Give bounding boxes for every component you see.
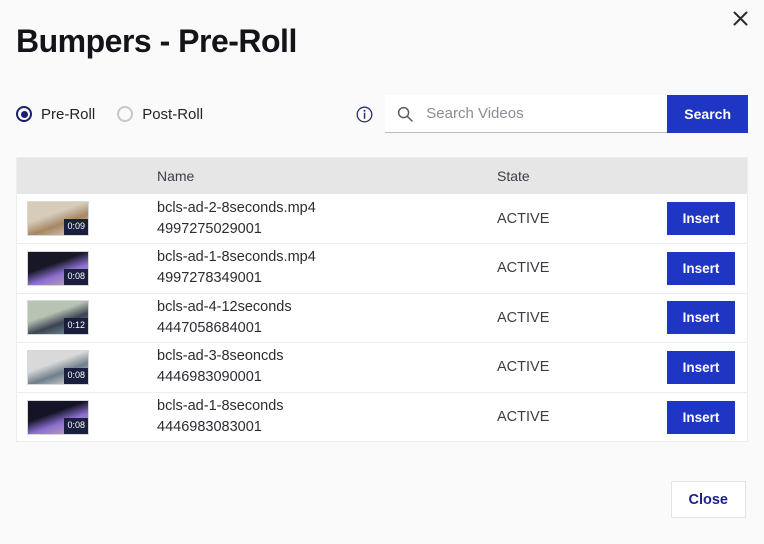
video-state: ACTIVE: [497, 359, 667, 375]
radio-pre-roll-dot: [21, 111, 28, 118]
thumbnail-cell: 0:08: [17, 400, 157, 435]
video-state: ACTIVE: [497, 310, 667, 326]
video-name: bcls-ad-4-12seconds: [157, 297, 497, 318]
insert-button[interactable]: Insert: [667, 401, 735, 434]
action-cell: Insert: [667, 301, 747, 334]
video-state: ACTIVE: [497, 409, 667, 425]
search-input[interactable]: [424, 104, 657, 123]
close-button[interactable]: Close: [671, 481, 747, 518]
video-id: 4446983083001: [157, 417, 497, 438]
insert-button[interactable]: Insert: [667, 202, 735, 235]
radio-pre-roll-circle: [16, 106, 32, 122]
name-cell: bcls-ad-3-8seoncds4446983090001: [157, 346, 497, 388]
video-name: bcls-ad-1-8seconds.mp4: [157, 247, 497, 268]
thumbnail-cell: 0:12: [17, 300, 157, 335]
duration-badge: 0:12: [64, 318, 88, 334]
video-state: ACTIVE: [497, 211, 667, 227]
page-title: Bumpers - Pre-Roll: [0, 0, 764, 60]
video-thumbnail[interactable]: 0:12: [27, 300, 89, 335]
col-header-state: State: [497, 168, 667, 184]
insert-button[interactable]: Insert: [667, 252, 735, 285]
action-cell: Insert: [667, 401, 747, 434]
name-cell: bcls-ad-4-12seconds4447058684001: [157, 297, 497, 339]
video-id: 4447058684001: [157, 318, 497, 339]
name-cell: bcls-ad-1-8seconds.mp44997278349001: [157, 247, 497, 289]
video-thumbnail[interactable]: 0:08: [27, 400, 89, 435]
roll-type-radio-group: Pre-Roll Post-Roll: [16, 106, 203, 123]
action-cell: Insert: [667, 252, 747, 285]
name-cell: bcls-ad-1-8seconds4446983083001: [157, 396, 497, 438]
video-name: bcls-ad-2-8seconds.mp4: [157, 198, 497, 219]
thumbnail-cell: 0:08: [17, 350, 157, 385]
action-cell: Insert: [667, 351, 747, 384]
insert-button[interactable]: Insert: [667, 351, 735, 384]
bumpers-modal: Bumpers - Pre-Roll Pre-Roll Post-Roll: [0, 0, 764, 544]
video-id: 4997275029001: [157, 219, 497, 240]
table-row: 0:08 bcls-ad-1-8seconds4446983083001ACTIV…: [17, 393, 747, 442]
radio-post-roll[interactable]: Post-Roll: [117, 106, 203, 123]
insert-button[interactable]: Insert: [667, 301, 735, 334]
table-row: 0:09 bcls-ad-2-8seconds.mp44997275029001A…: [17, 194, 747, 244]
thumbnail-cell: 0:09: [17, 201, 157, 236]
table-row: 0:08 bcls-ad-3-8seoncds4446983090001ACTIV…: [17, 343, 747, 393]
video-thumbnail[interactable]: 0:08: [27, 251, 89, 286]
radio-post-roll-circle: [117, 106, 133, 122]
search-button[interactable]: Search: [667, 95, 748, 133]
name-cell: bcls-ad-2-8seconds.mp44997275029001: [157, 198, 497, 240]
duration-badge: 0:08: [64, 269, 88, 285]
radio-pre-roll[interactable]: Pre-Roll: [16, 106, 95, 123]
col-header-name: Name: [157, 168, 497, 184]
videos-table: Name State 0:09bcls-ad-2-8seconds.mp4499…: [16, 157, 748, 442]
search-box[interactable]: [385, 95, 667, 133]
table-header-row: Name State: [17, 158, 747, 194]
search-area: Search: [356, 95, 748, 133]
video-thumbnail[interactable]: 0:09: [27, 201, 89, 236]
video-name: bcls-ad-3-8seoncds: [157, 346, 497, 367]
table-body: 0:09bcls-ad-2-8seconds.mp44997275029001A…: [17, 194, 747, 441]
table-row: 0:08 bcls-ad-1-8seconds.mp44997278349001A…: [17, 244, 747, 294]
video-id: 4997278349001: [157, 268, 497, 289]
duration-badge: 0:09: [64, 219, 88, 235]
radio-pre-roll-label: Pre-Roll: [41, 106, 95, 123]
action-cell: Insert: [667, 202, 747, 235]
close-x-icon[interactable]: [726, 4, 754, 32]
video-thumbnail[interactable]: 0:08: [27, 350, 89, 385]
radio-post-roll-label: Post-Roll: [142, 106, 203, 123]
info-circle-icon[interactable]: [356, 106, 373, 123]
duration-badge: 0:08: [64, 418, 88, 434]
video-id: 4446983090001: [157, 367, 497, 388]
table-row: 0:12 bcls-ad-4-12seconds4447058684001ACTI…: [17, 294, 747, 344]
controls-bar: Pre-Roll Post-Roll: [0, 60, 764, 138]
modal-footer: Close: [0, 481, 764, 544]
video-name: bcls-ad-1-8seconds: [157, 396, 497, 417]
thumbnail-cell: 0:08: [17, 251, 157, 286]
search-icon: [397, 106, 413, 122]
duration-badge: 0:08: [64, 368, 88, 384]
video-state: ACTIVE: [497, 260, 667, 276]
